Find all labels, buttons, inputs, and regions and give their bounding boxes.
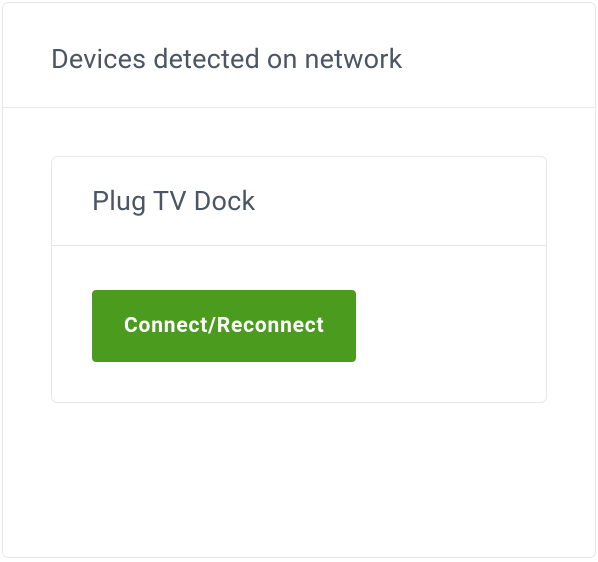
device-card: Plug TV Dock Connect/Reconnect (51, 156, 547, 403)
panel-title: Devices detected on network (51, 43, 547, 75)
device-card-header: Plug TV Dock (52, 157, 546, 246)
device-name: Plug TV Dock (92, 185, 506, 217)
device-card-body: Connect/Reconnect (52, 246, 546, 402)
devices-panel: Devices detected on network Plug TV Dock… (2, 2, 596, 558)
panel-content: Plug TV Dock Connect/Reconnect (3, 108, 595, 451)
connect-button[interactable]: Connect/Reconnect (92, 290, 356, 362)
panel-header: Devices detected on network (3, 3, 595, 108)
